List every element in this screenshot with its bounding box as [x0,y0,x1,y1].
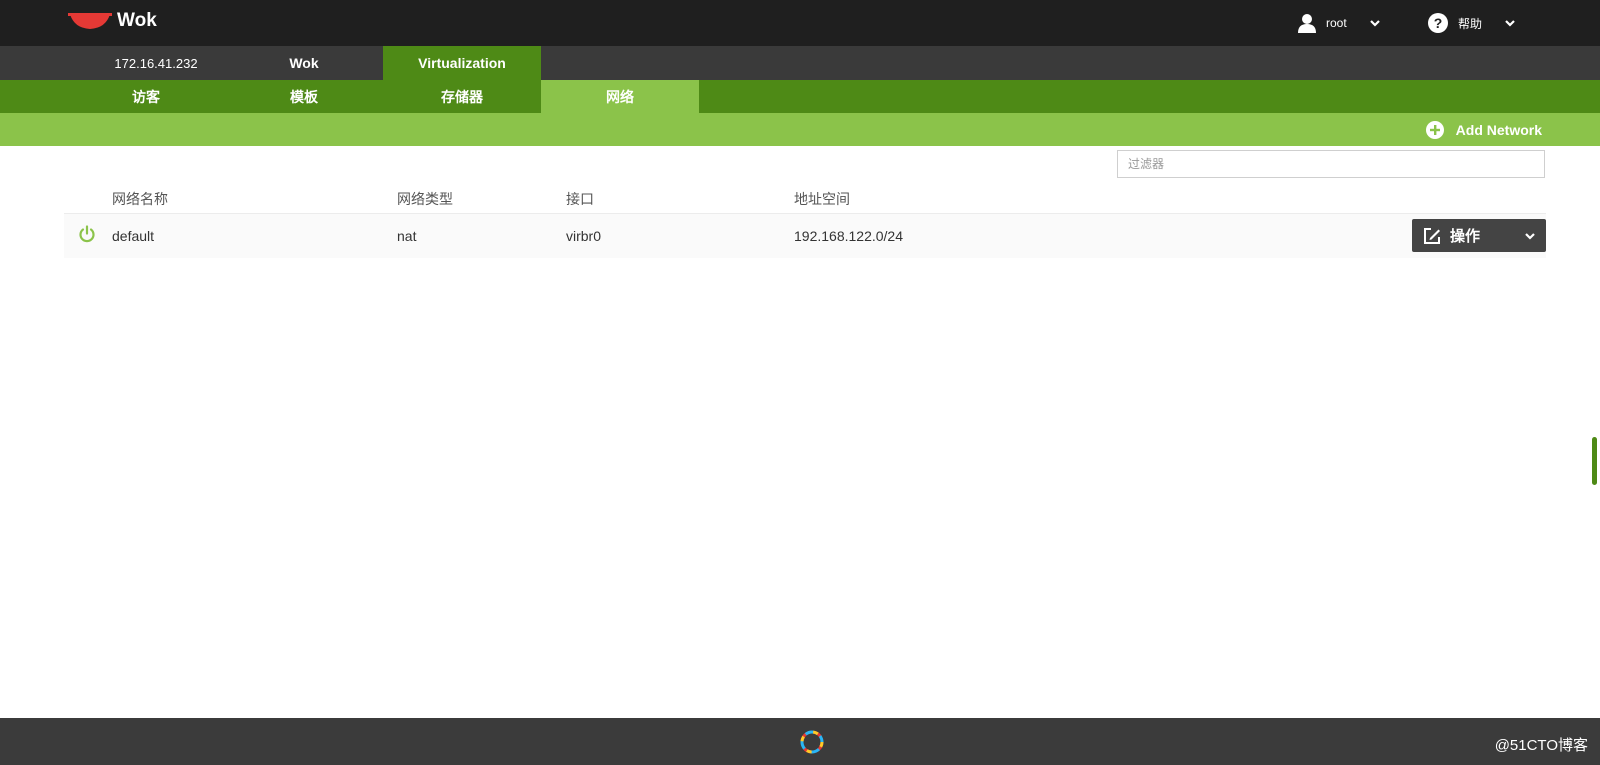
column-header-interface: 接口 [566,191,594,207]
section-tab-bar: 访客 模板 存储器 网络 [0,80,1600,113]
network-type: nat [397,228,417,244]
help-icon: ? [1428,13,1448,33]
table-row[interactable]: default nat virbr0 192.168.122.0/24 操作 [64,214,1546,258]
plus-circle-icon [1425,121,1444,139]
brand[interactable]: Wok [68,10,157,32]
user-menu[interactable]: root [1298,13,1381,33]
chevron-down-icon [1369,20,1380,27]
add-network-label: Add Network [1455,122,1542,138]
actions-label: 操作 [1450,228,1481,245]
edit-icon [1424,227,1440,244]
table-header: 网络名称 网络类型 接口 地址空间 [64,183,1546,214]
add-network-button[interactable]: Add Network [1425,121,1542,139]
power-icon[interactable] [78,225,96,243]
tab-host[interactable]: 172.16.41.232 [77,46,235,80]
chevron-down-icon [1525,232,1535,240]
filter-input[interactable] [1117,150,1545,178]
brand-name: Wok [117,10,157,31]
footer: @51CTO博客 [0,718,1600,765]
user-name: root [1326,16,1347,30]
action-bar: Add Network [0,113,1600,146]
help-label: 帮助 [1458,16,1483,31]
network-interface: virbr0 [566,228,602,244]
help-menu[interactable]: ? 帮助 [1428,13,1516,33]
column-header-address: 地址空间 [794,191,850,207]
actions-dropdown-button[interactable]: 操作 [1412,219,1546,252]
network-table: 网络名称 网络类型 接口 地址空间 default nat virbr0 192… [64,183,1546,258]
tab-guests[interactable]: 访客 [67,80,225,113]
network-name: default [112,228,155,244]
top-header: Wok root ? 帮助 [0,0,1600,46]
chevron-down-icon [1505,20,1515,27]
column-header-name: 网络名称 [112,191,168,207]
tab-storage[interactable]: 存储器 [383,80,541,113]
host-tab-bar: 172.16.41.232 Wok Virtualization [0,46,1600,80]
tab-templates[interactable]: 模板 [225,80,383,113]
tab-virtualization[interactable]: Virtualization [383,46,541,80]
wok-logo-icon [68,13,112,29]
tab-wok[interactable]: Wok [225,46,383,80]
scrollbar-thumb[interactable] [1592,437,1597,485]
user-icon [1298,14,1316,33]
column-header-type: 网络类型 [397,191,453,207]
tab-network[interactable]: 网络 [541,80,699,113]
network-address: 192.168.122.0/24 [794,228,903,244]
svg-text:?: ? [1434,15,1443,31]
project-logo-icon [800,730,824,754]
watermark: @51CTO博客 [1494,737,1588,754]
